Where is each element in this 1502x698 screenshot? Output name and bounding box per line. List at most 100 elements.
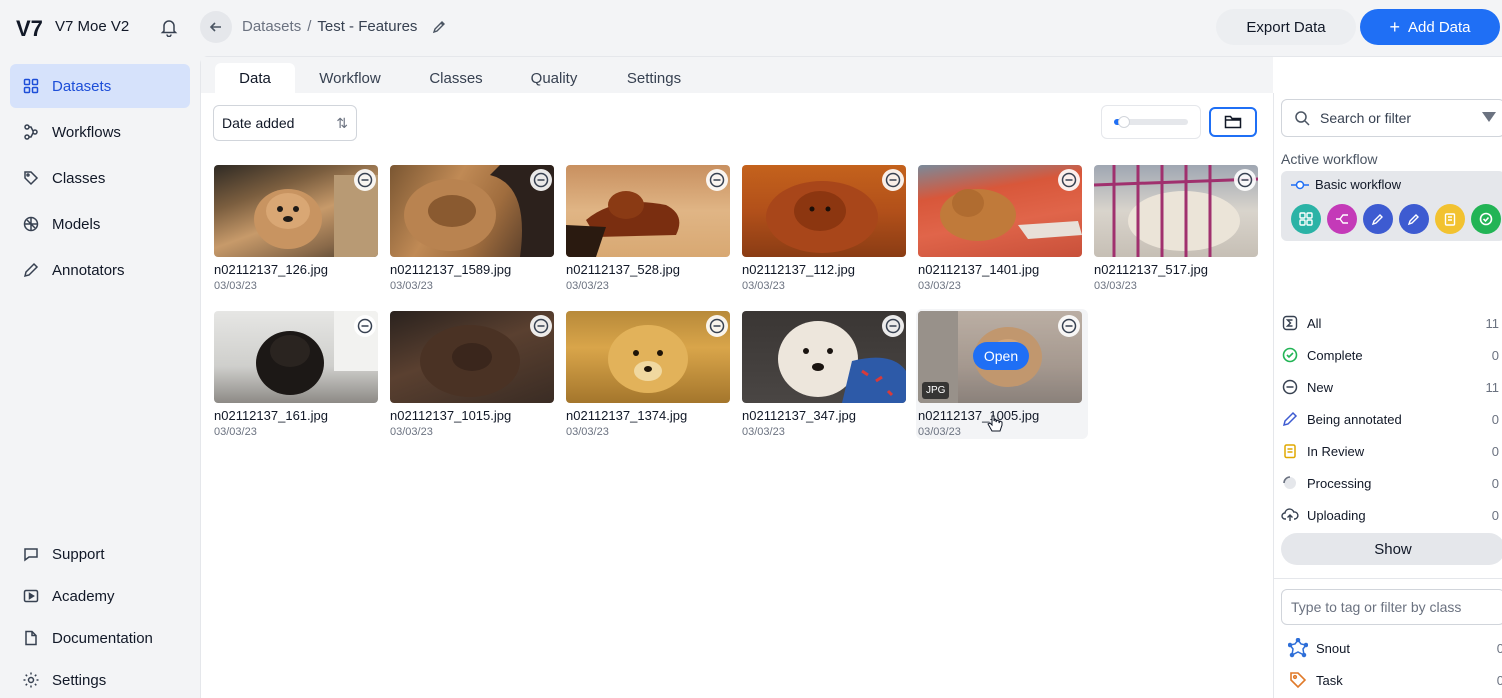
- zoom-knob[interactable]: [1118, 116, 1130, 128]
- dataset-item[interactable]: n02112137_1589.jpg 03/03/23: [388, 163, 560, 293]
- filter-uploading[interactable]: Uploading 0: [1281, 505, 1502, 525]
- annotate-pen-icon: [1281, 410, 1299, 428]
- add-data-button[interactable]: + Add Data: [1360, 9, 1500, 45]
- status-new-icon[interactable]: [882, 169, 904, 191]
- file-name: n02112137_528.jpg: [566, 262, 680, 277]
- stage-annotate-2-icon[interactable]: [1399, 204, 1429, 234]
- file-date: 03/03/23: [1094, 280, 1137, 292]
- tab-workflow[interactable]: Workflow: [305, 63, 395, 93]
- export-data-button[interactable]: Export Data: [1216, 9, 1356, 45]
- dataset-item[interactable]: n02112137_528.jpg 03/03/23: [564, 163, 736, 293]
- sidebar-item-classes[interactable]: Classes: [10, 156, 190, 200]
- status-new-icon[interactable]: [530, 315, 552, 337]
- tab-bar: Data Workflow Classes Quality Settings: [201, 57, 1273, 93]
- sidebar-item-documentation[interactable]: Documentation: [10, 616, 190, 660]
- tag-filter-input[interactable]: Type to tag or filter by class: [1281, 589, 1502, 625]
- sidebar-item-datasets[interactable]: Datasets: [10, 64, 190, 108]
- chat-icon: [22, 545, 40, 563]
- sidebar-item-label: Support: [52, 545, 105, 563]
- sidebar-item-workflows[interactable]: Workflows: [10, 110, 190, 154]
- dataset-item[interactable]: n02112137_1374.jpg 03/03/23: [564, 309, 736, 439]
- sidebar-item-models[interactable]: Models: [10, 202, 190, 246]
- file-name: n02112137_1005.jpg: [918, 408, 1040, 423]
- stat-label: Processing: [1307, 475, 1372, 491]
- stat-count: 11: [1485, 315, 1500, 331]
- sidebar-item-support[interactable]: Support: [10, 532, 190, 576]
- filter-processing[interactable]: Processing 0: [1281, 473, 1502, 493]
- dataset-item[interactable]: n02112137_126.jpg 03/03/23: [212, 163, 384, 293]
- filter-new[interactable]: New 11: [1281, 377, 1502, 397]
- dataset-item[interactable]: n02112137_1015.jpg 03/03/23: [388, 309, 560, 439]
- sigma-icon: [1281, 314, 1299, 332]
- file-name: n02112137_112.jpg: [742, 262, 856, 277]
- show-button[interactable]: Show: [1281, 533, 1502, 565]
- edit-pencil-icon[interactable]: [431, 19, 447, 35]
- sidebar-item-annotators[interactable]: Annotators: [10, 248, 190, 292]
- grid-icon: [22, 77, 40, 95]
- class-item-task[interactable]: Task 0: [1288, 669, 1502, 691]
- filter-all[interactable]: All 11: [1281, 313, 1502, 333]
- workspace-name[interactable]: V7 Moe V2: [55, 18, 129, 35]
- sidebar-item-academy[interactable]: Academy: [10, 574, 190, 618]
- complete-check-icon: [1281, 346, 1299, 364]
- status-new-icon[interactable]: [1234, 169, 1256, 191]
- dataset-item[interactable]: n02112137_347.jpg 03/03/23: [740, 309, 912, 439]
- stage-review-icon[interactable]: [1435, 204, 1465, 234]
- zoom-track: [1114, 116, 1188, 128]
- active-workflow-card[interactable]: Basic workflow: [1281, 171, 1502, 241]
- dataset-item[interactable]: n02112137_1401.jpg 03/03/23: [916, 163, 1088, 293]
- open-button[interactable]: Open: [973, 342, 1029, 370]
- sidebar-item-label: Documentation: [52, 629, 153, 647]
- dataset-item[interactable]: n02112137_112.jpg 03/03/23: [740, 163, 912, 293]
- bell-icon[interactable]: [159, 17, 179, 38]
- filter-being-annotated[interactable]: Being annotated 0: [1281, 409, 1502, 429]
- filter-complete[interactable]: Complete 0: [1281, 345, 1502, 365]
- status-new-icon[interactable]: [706, 315, 728, 337]
- tab-data[interactable]: Data: [215, 63, 295, 93]
- file-type-badge: JPG: [922, 382, 950, 399]
- file-date: 03/03/23: [918, 426, 961, 438]
- file-date: 03/03/23: [390, 280, 433, 292]
- class-count: 0: [1496, 640, 1502, 656]
- status-new-icon[interactable]: [1058, 169, 1080, 191]
- v7-logo[interactable]: V7: [16, 13, 48, 43]
- tab-settings[interactable]: Settings: [611, 63, 697, 93]
- status-new-icon[interactable]: [354, 315, 376, 337]
- folder-view-button[interactable]: [1209, 107, 1257, 137]
- breadcrumb-datasets[interactable]: Datasets: [242, 18, 301, 35]
- sidebar-item-settings[interactable]: Settings: [10, 658, 190, 698]
- back-button[interactable]: [200, 11, 232, 43]
- search-filter-input[interactable]: Search or filter: [1281, 99, 1502, 137]
- filter-funnel-icon[interactable]: [1482, 112, 1496, 122]
- stat-label: Uploading: [1307, 507, 1366, 523]
- filter-in-review[interactable]: In Review 0: [1281, 441, 1502, 461]
- class-item-snout[interactable]: Snout 0: [1288, 637, 1502, 659]
- tab-quality[interactable]: Quality: [511, 63, 597, 93]
- class-label: Snout: [1316, 640, 1350, 656]
- stage-complete-icon[interactable]: [1471, 204, 1501, 234]
- search-placeholder: Search or filter: [1320, 110, 1412, 126]
- dataset-item[interactable]: n02112137_517.jpg 03/03/23: [1092, 163, 1264, 293]
- status-new-icon[interactable]: [706, 169, 728, 191]
- file-name: n02112137_1589.jpg: [390, 262, 512, 277]
- panel-divider: [1274, 578, 1502, 579]
- sidebar-item-label: Workflows: [52, 123, 121, 141]
- status-new-icon[interactable]: [354, 169, 376, 191]
- stat-count: 0: [1491, 507, 1499, 523]
- sort-select[interactable]: Date added ⇅: [213, 105, 357, 141]
- filter-panel: Search or filter Active workflow Basic w…: [1273, 93, 1502, 698]
- stage-split-icon[interactable]: [1327, 204, 1357, 234]
- stage-dataset-icon[interactable]: [1291, 204, 1321, 234]
- breadcrumb: Datasets / Test - Features: [242, 18, 447, 35]
- stage-annotate-icon[interactable]: [1363, 204, 1393, 234]
- dataset-item[interactable]: n02112137_161.jpg 03/03/23: [212, 309, 384, 439]
- status-new-icon[interactable]: [882, 315, 904, 337]
- sidebar: Datasets Workflows Classes Models Annota…: [0, 56, 200, 698]
- workflow-icon: [22, 123, 40, 141]
- stat-count: 0: [1491, 475, 1499, 491]
- status-new-icon[interactable]: [530, 169, 552, 191]
- tab-classes[interactable]: Classes: [411, 63, 501, 93]
- status-new-icon[interactable]: [1058, 315, 1080, 337]
- sidebar-item-label: Settings: [52, 671, 107, 689]
- zoom-slider[interactable]: [1101, 105, 1201, 139]
